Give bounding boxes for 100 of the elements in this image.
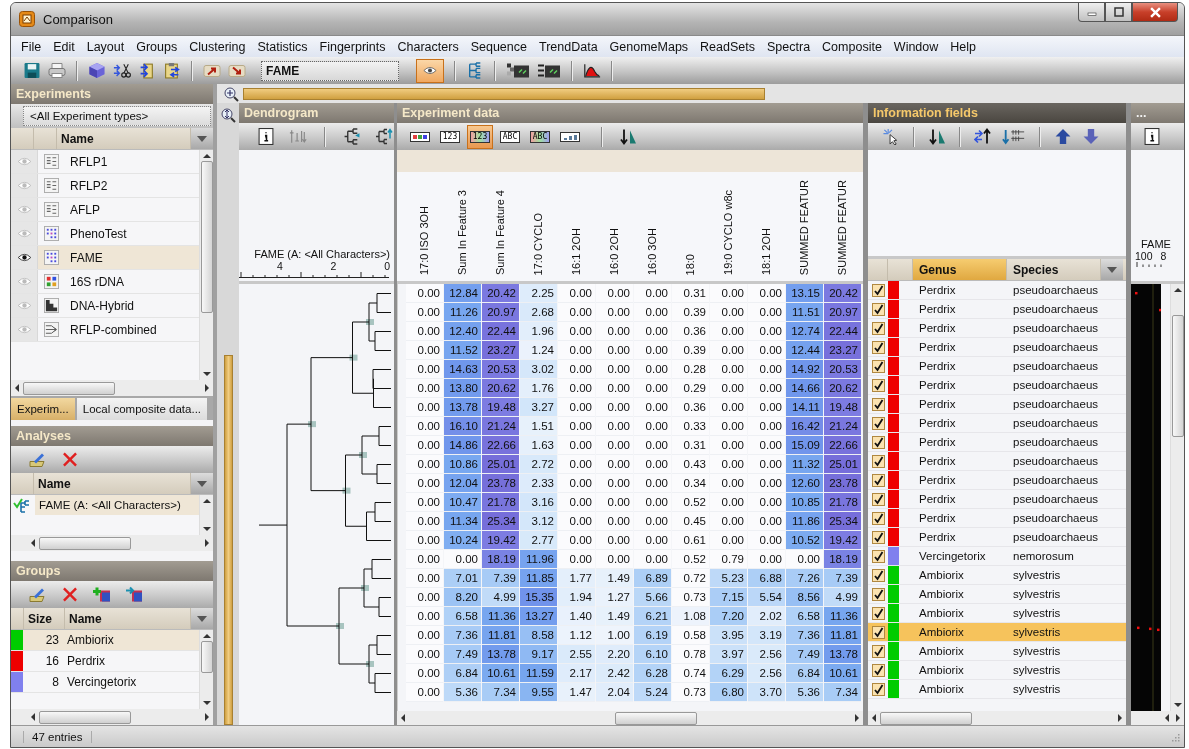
table-row[interactable]: Perdrix pseudoarchaeus: [868, 357, 1126, 376]
checkbox[interactable]: [871, 283, 885, 297]
column-header[interactable]: 16:0 2OH: [608, 227, 620, 275]
checkbox[interactable]: [871, 568, 885, 582]
experiment-row[interactable]: DNA-Hybrid: [11, 294, 199, 318]
table-row[interactable]: Perdrix pseudoarchaeus: [868, 490, 1126, 509]
checkbox[interactable]: [871, 682, 885, 696]
grid-image-icon[interactable]: [506, 62, 530, 79]
table-row[interactable]: Ambiorix sylvestris: [868, 680, 1126, 699]
table-row[interactable]: Perdrix pseudoarchaeus: [868, 414, 1126, 433]
vertical-scrollbar[interactable]: [199, 150, 213, 380]
checkbox[interactable]: [871, 321, 885, 335]
menu-item[interactable]: Characters: [391, 39, 465, 54]
arrow-up-icon[interactable]: [1054, 128, 1072, 145]
table-row[interactable]: Ambiorix sylvestris: [868, 566, 1126, 585]
checkbox[interactable]: [871, 663, 885, 677]
tab[interactable]: Local composite data...: [76, 398, 208, 420]
menu-item[interactable]: Composite: [816, 39, 888, 54]
cut-icon[interactable]: [113, 62, 131, 79]
arrow-down-right-icon[interactable]: [228, 62, 246, 79]
experiment-field[interactable]: FAME: [261, 60, 399, 81]
checkbox[interactable]: [871, 340, 885, 354]
menu-item[interactable]: Edit: [47, 39, 81, 54]
column-header[interactable]: 16:0 3OH: [646, 227, 658, 275]
menu-item[interactable]: GenomeMaps: [603, 39, 695, 54]
minimize-button[interactable]: [1078, 3, 1105, 22]
resize-grip[interactable]: [1170, 731, 1180, 742]
vertical-scrollbar[interactable]: [199, 495, 213, 535]
table-row[interactable]: Perdrix pseudoarchaeus: [868, 319, 1126, 338]
horizontal-scrollbar[interactable]: [397, 711, 863, 725]
group-row[interactable]: 8 Vercingetorix: [11, 672, 199, 693]
close-button[interactable]: [1132, 3, 1178, 22]
edit-icon[interactable]: [29, 451, 47, 468]
table-row[interactable]: Ambiorix sylvestris: [868, 661, 1126, 680]
checkbox[interactable]: [871, 397, 885, 411]
delete-icon[interactable]: [61, 451, 79, 468]
curve-icon[interactable]: [583, 62, 601, 79]
horizontal-scrollbar[interactable]: [11, 535, 213, 551]
menu-item[interactable]: Layout: [80, 39, 131, 54]
sort-icon[interactable]: [289, 128, 307, 145]
table-row[interactable]: Perdrix pseudoarchaeus: [868, 452, 1126, 471]
arrow-up-right-icon[interactable]: [203, 62, 221, 79]
menu-item[interactable]: ReadSets: [694, 39, 761, 54]
column-header[interactable]: 19:0 CYCLO w8c: [722, 190, 734, 275]
cursor-select-icon[interactable]: [882, 128, 900, 145]
group-row[interactable]: 16 Perdrix: [11, 651, 199, 672]
horizontal-scrollbar[interactable]: [868, 711, 1126, 725]
table-row[interactable]: Perdrix pseudoarchaeus: [868, 433, 1126, 452]
checkbox[interactable]: [871, 454, 885, 468]
save-icon[interactable]: [23, 62, 41, 79]
table-row[interactable]: Perdrix pseudoarchaeus: [868, 300, 1126, 319]
column-header[interactable]: Genus: [913, 259, 1007, 280]
eye-toggle[interactable]: [416, 58, 444, 83]
tree-left-icon[interactable]: [343, 128, 361, 145]
menu-item[interactable]: File: [15, 39, 48, 54]
table-row[interactable]: Perdrix pseudoarchaeus: [868, 509, 1126, 528]
experiment-row[interactable]: 16S rDNA: [11, 270, 199, 294]
print-icon[interactable]: [48, 62, 66, 79]
tab[interactable]: Experim...: [11, 398, 75, 420]
arrow-down-icon[interactable]: [1082, 128, 1100, 145]
vertical-scrollbar[interactable]: [1170, 284, 1184, 711]
table-row[interactable]: Ambiorix sylvestris: [868, 623, 1126, 642]
delete-icon[interactable]: [61, 586, 79, 603]
table-row[interactable]: Perdrix pseudoarchaeus: [868, 281, 1126, 300]
column-header[interactable]: Sum In Feature 4: [494, 190, 506, 275]
view-mode-button[interactable]: ABC: [527, 124, 553, 149]
table-row[interactable]: Perdrix pseudoarchaeus: [868, 376, 1126, 395]
menu-item[interactable]: TrendData: [533, 39, 604, 54]
column-header[interactable]: Sum In Feature 3: [456, 190, 468, 275]
menu-item[interactable]: Fingerprints: [313, 39, 392, 54]
menu-item[interactable]: Help: [944, 39, 983, 54]
percent-sort-icon[interactable]: [1002, 128, 1026, 145]
zoom-icon[interactable]: [223, 85, 239, 102]
assign-group-icon[interactable]: [125, 586, 143, 603]
table-row[interactable]: Perdrix pseudoarchaeus: [868, 471, 1126, 490]
view-mode-button[interactable]: 123: [437, 124, 463, 149]
column-dropdown[interactable]: [191, 473, 213, 494]
column-header[interactable]: 18:0: [684, 253, 696, 275]
checkbox[interactable]: [871, 549, 885, 563]
sort-descending-icon[interactable]: [928, 128, 946, 145]
info-icon[interactable]: [257, 128, 275, 145]
view-mode-button[interactable]: 123: [467, 124, 493, 149]
zoom-icon[interactable]: [220, 107, 236, 123]
tree-up-icon[interactable]: [375, 128, 393, 145]
table-row[interactable]: Ambiorix sylvestris: [868, 585, 1126, 604]
checkbox[interactable]: [871, 587, 885, 601]
column-dropdown[interactable]: [191, 128, 213, 149]
menu-item[interactable]: Window: [887, 39, 945, 54]
horizontal-scrollbar[interactable]: [11, 709, 213, 725]
menu-item[interactable]: Groups: [130, 39, 184, 54]
checkbox[interactable]: [871, 473, 885, 487]
vertical-scrollbar[interactable]: [199, 630, 213, 709]
column-header[interactable]: 18:1 2OH: [760, 227, 772, 275]
zoom-scrollbar[interactable]: [223, 355, 233, 725]
column-header[interactable]: SUMMED FEATUR: [836, 179, 848, 275]
column-dropdown[interactable]: [191, 608, 213, 629]
table-row[interactable]: Perdrix pseudoarchaeus: [868, 395, 1126, 414]
checkbox[interactable]: [871, 359, 885, 373]
checkbox[interactable]: [871, 644, 885, 658]
experiment-type-filter[interactable]: <All Experiment types>: [23, 106, 211, 126]
